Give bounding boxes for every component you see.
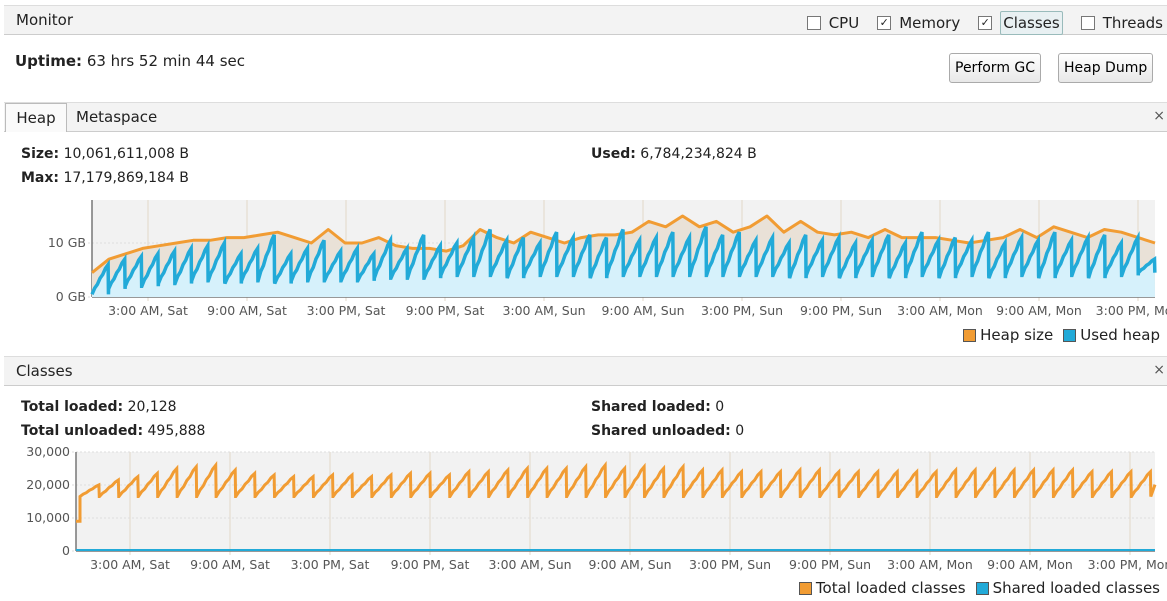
y-tick-label: 0 GB	[56, 289, 86, 304]
checkbox-label: CPU	[828, 14, 860, 32]
heap-tab-strip: Heap Metaspace ×	[4, 102, 1167, 132]
x-tick-label: 3:00 AM, Sat	[90, 557, 170, 572]
legend-swatch-used-heap	[1063, 328, 1077, 342]
y-tick-label: 20,000	[26, 477, 70, 492]
used-label: Used:	[591, 146, 636, 162]
x-tick-label: 9:00 AM, Sat	[190, 557, 270, 572]
label: Shared unloaded:	[591, 423, 731, 439]
y-tick-label: 30,000	[26, 445, 70, 459]
x-tick-label: 9:00 PM, Sun	[789, 557, 871, 572]
used-value: 6,784,234,824 B	[640, 146, 757, 162]
max-label: Max:	[21, 170, 60, 186]
heap-used: Used: 6,784,234,824 B	[591, 146, 757, 162]
x-tick-label: 3:00 AM, Sun	[488, 557, 571, 572]
x-tick-label: 3:00 PM, Sun	[689, 557, 771, 572]
classes-chart: 3:00 AM, Sat 9:00 AM, Sat 3:00 PM, Sat 9:00…	[26, 445, 1167, 572]
x-tick-label: 9:00 AM, Sat	[207, 303, 287, 318]
heap-max: Max: 17,179,869,184 B	[21, 170, 189, 186]
legend-swatch-shared	[975, 581, 989, 595]
x-tick-label: 3:00 PM, Mon	[1096, 303, 1167, 318]
x-tick-label: 9:00 AM, Sun	[601, 303, 684, 318]
x-tick-label: 3:00 PM, Sat	[307, 303, 386, 318]
shared-loaded: Shared loaded: 0	[591, 399, 724, 415]
legend-total-loaded: Total loaded classes	[815, 579, 966, 597]
uptime-value: 63 hrs 52 min 44 sec	[86, 52, 245, 70]
legend-shared-loaded: Shared loaded classes	[992, 579, 1160, 597]
tab-heap[interactable]: Heap	[5, 103, 67, 132]
classes-legend: Total loaded classes Shared loaded class…	[789, 579, 1160, 597]
classes-header: Classes ×	[4, 356, 1167, 386]
size-value: 10,061,611,008 B	[63, 146, 189, 162]
x-tick-label: 9:00 AM, Mon	[987, 557, 1073, 572]
classes-title: Classes	[16, 362, 73, 380]
x-tick-label: 3:00 PM, Sat	[291, 557, 370, 572]
x-tick-label: 9:00 AM, Mon	[996, 303, 1082, 318]
heap-legend: Heap size Used heap	[953, 326, 1160, 344]
total-unloaded: Total unloaded: 495,888	[21, 423, 205, 439]
value: 0	[735, 423, 745, 439]
x-tick-label: 3:00 AM, Mon	[897, 303, 983, 318]
legend-heap-size: Heap size	[980, 326, 1054, 344]
checkbox-label: Classes	[1000, 11, 1063, 35]
x-tick-label: 9:00 AM, Sun	[588, 557, 671, 572]
heap-size: Size: 10,061,611,008 B	[21, 146, 189, 162]
checkbox-threads[interactable]: Threads	[1080, 11, 1163, 35]
size-label: Size:	[21, 146, 60, 162]
x-tick-label: 3:00 AM, Sun	[502, 303, 585, 318]
x-tick-label: 3:00 AM, Mon	[887, 557, 973, 572]
uptime: Uptime: 63 hrs 52 min 44 sec	[15, 52, 245, 70]
checkbox-memory[interactable]: ✓ Memory	[877, 11, 960, 35]
x-tick-label: 9:00 PM, Sat	[406, 303, 485, 318]
checkbox-cpu[interactable]: CPU	[806, 11, 860, 35]
checkbox-label: Threads	[1102, 14, 1163, 32]
x-tick-label: 9:00 PM, Sun	[800, 303, 882, 318]
x-tick-label: 3:00 AM, Sat	[108, 303, 188, 318]
x-tick-label: 9:00 PM, Sat	[391, 557, 470, 572]
label: Shared loaded:	[591, 399, 711, 415]
x-tick-label: 3:00 PM, Mon	[1088, 557, 1167, 572]
label: Total loaded:	[21, 399, 124, 415]
x-tick-label: 3:00 PM, Sun	[701, 303, 783, 318]
max-value: 17,179,869,184 B	[63, 170, 189, 186]
plot-area	[76, 452, 1155, 551]
y-tick-label: 10 GB	[48, 235, 86, 250]
checkbox-box[interactable]: ✓	[877, 16, 892, 30]
monitor-title: Monitor	[16, 11, 74, 29]
monitor-header: Monitor CPU ✓ Memory ✓ Classes Threads	[4, 5, 1167, 35]
checkbox-box[interactable]	[1080, 16, 1095, 30]
label: Total unloaded:	[21, 423, 144, 439]
value: 0	[715, 399, 725, 415]
heap-chart: 3:00 AM, Sat 9:00 AM, Sat 3:00 PM, Sat 9:00…	[48, 200, 1167, 318]
tab-metaspace[interactable]: Metaspace	[76, 103, 157, 131]
y-tick-label: 0	[62, 543, 70, 558]
legend-used-heap: Used heap	[1080, 326, 1160, 344]
y-tick-label: 10,000	[26, 510, 70, 525]
shared-unloaded: Shared unloaded: 0	[591, 423, 744, 439]
checkbox-label: Memory	[899, 14, 961, 32]
heap-dump-button[interactable]: Heap Dump	[1058, 53, 1154, 83]
legend-swatch-heap-size	[963, 328, 977, 342]
legend-swatch-total	[798, 581, 812, 595]
value: 495,888	[147, 423, 206, 439]
close-icon[interactable]: ×	[1153, 362, 1165, 378]
checkbox-box[interactable]: ✓	[978, 16, 993, 30]
checkbox-classes[interactable]: ✓ Classes	[978, 11, 1063, 35]
close-icon[interactable]: ×	[1153, 108, 1165, 124]
perform-gc-button[interactable]: Perform GC	[949, 53, 1042, 83]
checkbox-box[interactable]	[806, 16, 821, 30]
total-loaded: Total loaded: 20,128	[21, 399, 177, 415]
uptime-label: Uptime:	[15, 52, 83, 70]
value: 20,128	[127, 399, 177, 415]
monitor-checkboxes: CPU ✓ Memory ✓ Classes Threads	[789, 11, 1163, 35]
